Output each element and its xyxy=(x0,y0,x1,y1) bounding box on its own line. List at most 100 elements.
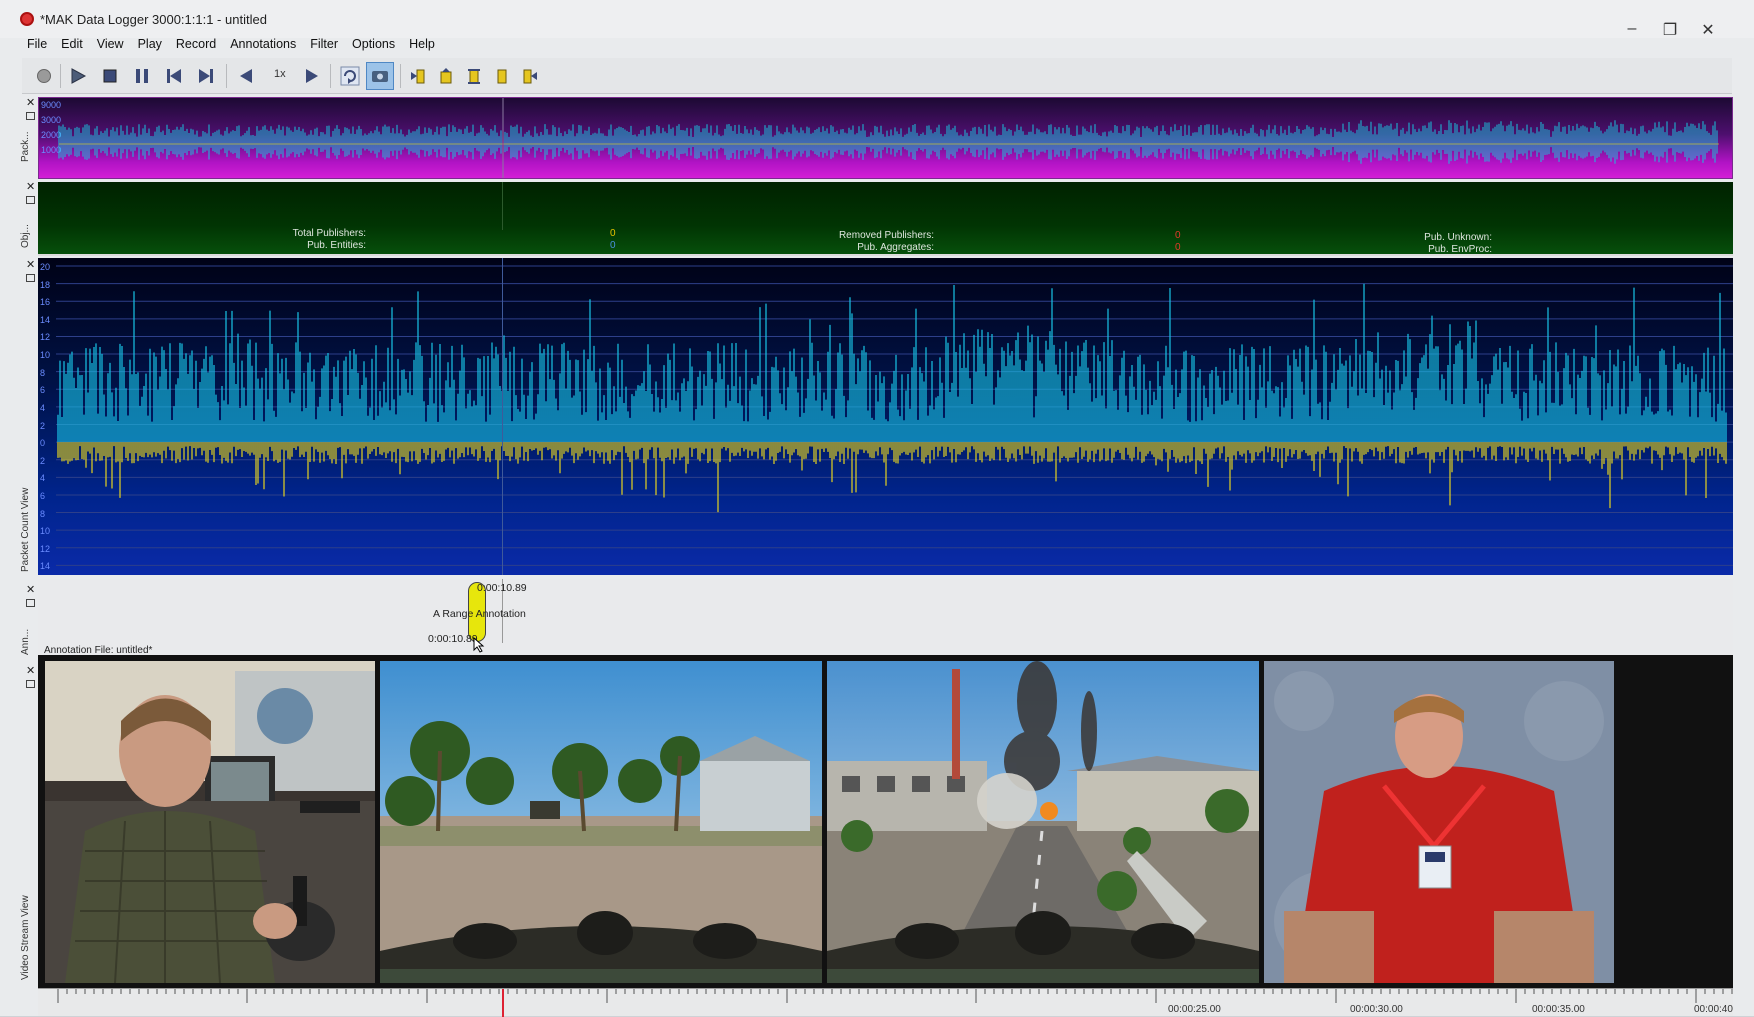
timeline-label: 00:00:40.00 xyxy=(1694,1004,1733,1015)
mark-in-icon xyxy=(411,69,425,84)
step-back-icon xyxy=(240,69,252,83)
menu-bar: File Edit View Play Record Annotations F… xyxy=(20,34,442,56)
total-publishers-value: 0 xyxy=(610,228,616,239)
skip-start-button[interactable] xyxy=(160,62,188,90)
object-view[interactable]: Total Publishers: 0 Pub. Entities: 0 Rem… xyxy=(38,182,1733,256)
record-icon xyxy=(37,69,51,83)
speed-label: 1x xyxy=(274,68,286,80)
mark-in-button[interactable] xyxy=(404,62,432,90)
close-button[interactable]: ✕ xyxy=(1693,20,1723,40)
pause-button[interactable] xyxy=(128,62,156,90)
play-icon xyxy=(71,68,87,84)
count-positive-bars xyxy=(57,283,1727,443)
mark-out-button[interactable] xyxy=(516,62,544,90)
window-title: *MAK Data Logger 3000:1:1:1 - untitled xyxy=(40,12,267,27)
count-y-tick: 6 xyxy=(40,385,46,396)
video-frame-sim-town[interactable] xyxy=(827,661,1259,983)
pub-entities-value: 0 xyxy=(610,240,616,251)
packet-count-view[interactable]: 20 18 16 14 12 10 8 6 4 2 0 2 4 6 8 10 12 14 xyxy=(38,258,1733,575)
menu-help[interactable]: Help xyxy=(402,34,442,56)
float-icon[interactable] xyxy=(26,112,35,120)
range-button[interactable] xyxy=(460,62,488,90)
menu-options[interactable]: Options xyxy=(345,34,402,56)
loop-button[interactable] xyxy=(336,62,364,90)
count-y-tick: 14 xyxy=(40,561,51,572)
float-icon[interactable] xyxy=(26,274,35,282)
pub-entities-label: Pub. Entities: xyxy=(307,240,366,251)
menu-file[interactable]: File xyxy=(20,34,54,56)
mouse-cursor-icon xyxy=(473,637,485,653)
count-y-tick: 2 xyxy=(40,420,46,431)
play-button[interactable] xyxy=(64,62,92,90)
annotation-label[interactable]: A Range Annotation xyxy=(433,608,526,620)
count-y-tick: 20 xyxy=(40,262,51,272)
removed-publishers-value: 0 xyxy=(1175,230,1181,241)
count-y-tick: 4 xyxy=(40,402,46,413)
count-y-tick: 4 xyxy=(40,473,46,484)
timeline-label: 00:00:25.00 xyxy=(1168,1004,1221,1015)
pub-aggregates-value: 0 xyxy=(1175,242,1181,253)
menu-edit[interactable]: Edit xyxy=(54,34,90,56)
toolbar: 1x xyxy=(22,58,1732,94)
record-button[interactable] xyxy=(30,62,58,90)
menu-view[interactable]: View xyxy=(90,34,131,56)
mark-out-icon xyxy=(523,69,537,84)
pub-envproc-label: Pub. EnvProc: xyxy=(1428,244,1492,255)
packet-waveform xyxy=(58,98,1719,178)
object-view-label: Obj... xyxy=(20,224,31,248)
skip-end-button[interactable] xyxy=(192,62,220,90)
ruler-tick-marks xyxy=(57,989,1733,1003)
count-y-tick: 14 xyxy=(40,314,51,325)
step-back-button[interactable] xyxy=(232,62,260,90)
float-icon[interactable] xyxy=(26,599,35,607)
annotation-button[interactable] xyxy=(432,62,460,90)
close-icon[interactable]: ✕ xyxy=(26,258,35,271)
count-y-tick: 10 xyxy=(40,526,51,537)
stop-icon xyxy=(103,69,117,83)
annotation-time-bottom: 0:00:10.89 xyxy=(428,633,478,645)
restore-button[interactable]: ❐ xyxy=(1655,20,1685,40)
close-icon[interactable]: ✕ xyxy=(26,96,35,109)
count-y-tick: 2 xyxy=(40,455,46,466)
range-icon xyxy=(468,69,480,84)
menu-play[interactable]: Play xyxy=(131,34,169,56)
bookmark-button[interactable] xyxy=(488,62,516,90)
close-icon[interactable]: ✕ xyxy=(26,583,35,596)
stop-button[interactable] xyxy=(96,62,124,90)
total-publishers-label: Total Publishers: xyxy=(292,228,366,239)
timeline-ruler[interactable]: 00:00:25.00 00:00:30.00 00:00:35.00 00:0… xyxy=(38,988,1733,1017)
count-view-label: Packet Count View xyxy=(20,487,31,572)
close-icon[interactable]: ✕ xyxy=(26,664,35,677)
float-icon[interactable] xyxy=(26,196,35,204)
menu-record[interactable]: Record xyxy=(169,34,223,56)
packet-view-label: Pack... xyxy=(20,131,31,162)
count-y-tick: 10 xyxy=(40,350,51,361)
step-forward-icon xyxy=(306,69,318,83)
count-y-tick: 0 xyxy=(40,438,46,449)
timeline-label: 00:00:30.00 xyxy=(1350,1004,1403,1015)
video-frame-operator[interactable] xyxy=(45,661,375,983)
video-view-label: Video Stream View xyxy=(20,895,31,980)
annotation-view-label: Ann... xyxy=(20,628,31,655)
video-frame-sim-beach[interactable] xyxy=(380,661,822,983)
menu-filter[interactable]: Filter xyxy=(303,34,345,56)
packet-view[interactable]: 9000 3000 2000 1000 xyxy=(38,97,1733,179)
app-window: *MAK Data Logger 3000:1:1:1 - untitled –… xyxy=(0,0,1754,1017)
count-y-tick: 12 xyxy=(40,332,51,343)
packet-wave xyxy=(58,120,1718,164)
app-logo-icon xyxy=(20,12,34,26)
removed-publishers-label: Removed Publishers: xyxy=(838,230,934,241)
menu-annotations[interactable]: Annotations xyxy=(223,34,303,56)
timeline-label: 00:00:35.00 xyxy=(1532,1004,1585,1015)
close-icon[interactable]: ✕ xyxy=(26,180,35,193)
pub-unknown-label: Pub. Unknown: xyxy=(1424,232,1492,243)
step-forward-button[interactable] xyxy=(298,62,326,90)
video-icon xyxy=(372,71,388,82)
annotation-view[interactable]: 0:00:10.89 A Range Annotation 0:00:10.89… xyxy=(38,579,1733,657)
minimize-button[interactable]: – xyxy=(1617,20,1647,38)
float-icon[interactable] xyxy=(26,680,35,688)
count-y-tick: 18 xyxy=(40,279,51,290)
video-frame-presenter[interactable] xyxy=(1264,661,1614,983)
annotation-time-top: 0:00:10.89 xyxy=(477,582,527,594)
video-button[interactable] xyxy=(366,62,394,90)
